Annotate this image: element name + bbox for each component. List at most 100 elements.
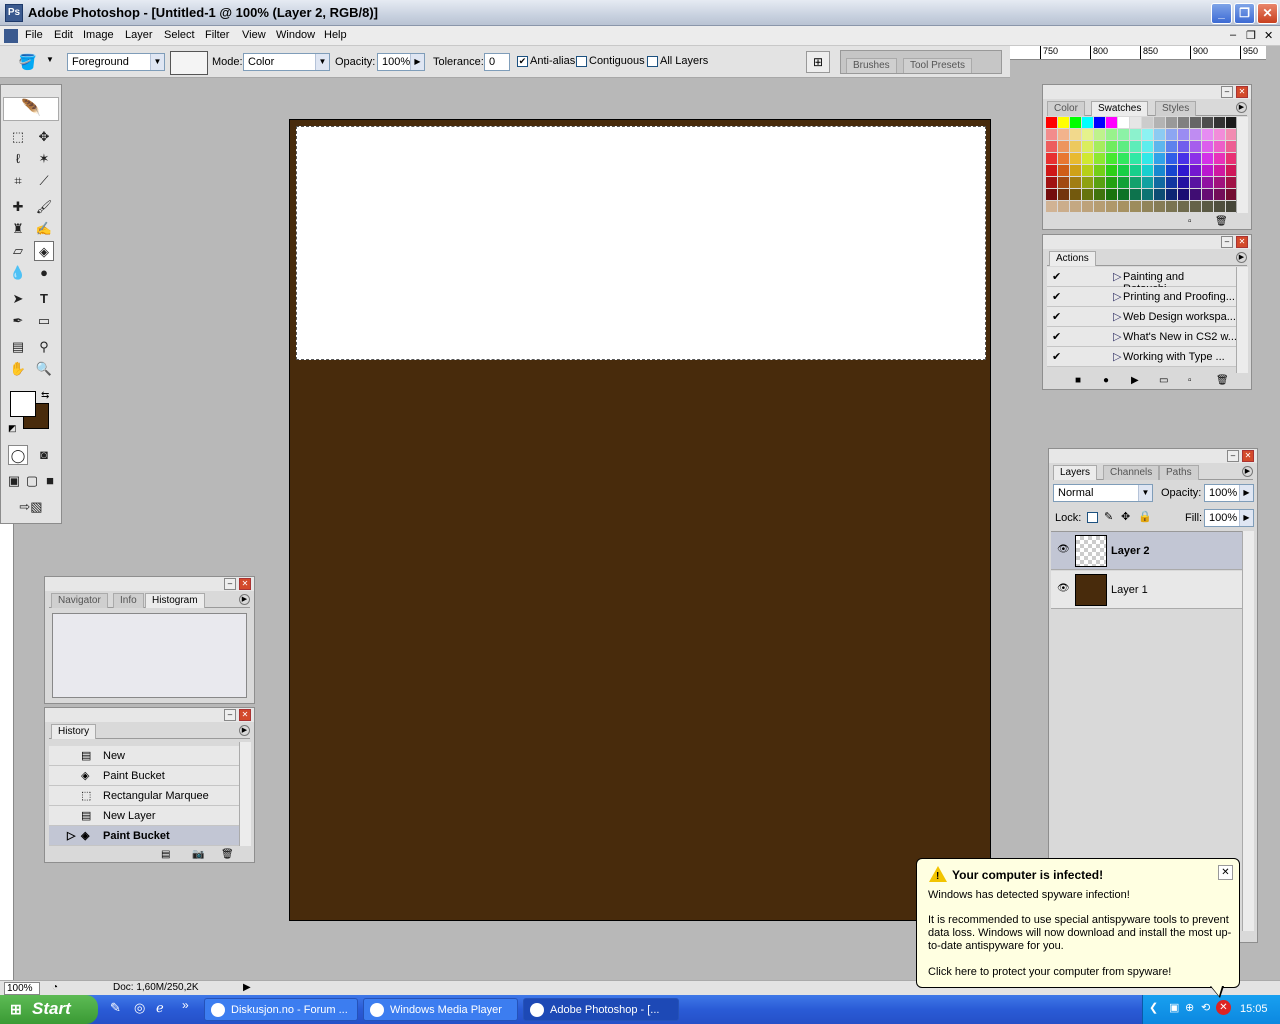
opacity-field[interactable]: 100% ▶ xyxy=(377,53,425,71)
swatch[interactable] xyxy=(1202,165,1213,176)
dodge-tool-icon[interactable]: ● xyxy=(34,263,54,283)
swatch[interactable] xyxy=(1166,129,1177,140)
list-item[interactable]: ⬚ Rectangular Marquee xyxy=(49,786,239,806)
marquee-selection[interactable] xyxy=(296,126,986,360)
swatch[interactable] xyxy=(1190,141,1201,152)
swatch[interactable] xyxy=(1214,129,1225,140)
blend-mode-select[interactable]: Normal ▼ xyxy=(1053,484,1153,502)
quick-mask-icon[interactable]: ◙ xyxy=(34,445,54,465)
swatch[interactable] xyxy=(1142,141,1153,152)
swatch[interactable] xyxy=(1214,141,1225,152)
play-icon[interactable]: ▶ xyxy=(1131,375,1139,386)
swatch[interactable] xyxy=(1070,129,1081,140)
security-alert-icon[interactable]: ✕ xyxy=(1216,1000,1231,1015)
foreground-color-swatch[interactable] xyxy=(10,391,36,417)
swatch[interactable] xyxy=(1082,129,1093,140)
contiguous-checkbox[interactable] xyxy=(576,56,587,67)
swatch[interactable] xyxy=(1214,189,1225,200)
menu-file[interactable]: File xyxy=(25,29,43,41)
tab-history[interactable]: History xyxy=(51,724,97,739)
snapshot-icon[interactable]: 📷 xyxy=(192,849,204,860)
swatch[interactable] xyxy=(1142,129,1153,140)
swatch[interactable] xyxy=(1046,117,1057,128)
close-icon[interactable]: ✕ xyxy=(1218,865,1233,880)
swatch[interactable] xyxy=(1166,189,1177,200)
panel-menu-icon[interactable]: ▶ xyxy=(239,594,250,605)
swatch[interactable] xyxy=(1190,153,1201,164)
pattern-picker[interactable] xyxy=(170,51,208,75)
tool-presets-tab[interactable]: Tool Presets xyxy=(903,58,973,73)
standard-screen-mode-icon[interactable]: ▣ xyxy=(5,471,23,491)
swatch[interactable] xyxy=(1070,141,1081,152)
feather-logo-icon[interactable]: 🪶 xyxy=(3,97,59,121)
swatch[interactable] xyxy=(1142,177,1153,188)
doc-close-button[interactable]: ✕ xyxy=(1264,29,1273,42)
trash-icon[interactable]: 🗑 xyxy=(1216,375,1229,386)
swatch[interactable] xyxy=(1070,201,1081,212)
swatch[interactable] xyxy=(1046,141,1057,152)
swatch[interactable] xyxy=(1106,201,1117,212)
tab-navigator[interactable]: Navigator xyxy=(51,593,108,608)
notes-tool-icon[interactable]: ▤ xyxy=(8,337,28,357)
swatch[interactable] xyxy=(1142,117,1153,128)
fill-field[interactable]: 100% ▶ xyxy=(1204,509,1254,527)
panel-menu-icon[interactable]: ▶ xyxy=(1236,252,1247,263)
swatch[interactable] xyxy=(1082,165,1093,176)
swatch[interactable] xyxy=(1190,177,1201,188)
close-icon[interactable]: ✕ xyxy=(239,578,251,590)
tray-app-icon[interactable]: ▣ xyxy=(1169,1001,1179,1014)
tab-histogram[interactable]: Histogram xyxy=(145,593,205,608)
swatch[interactable] xyxy=(1142,189,1153,200)
swatch[interactable] xyxy=(1082,201,1093,212)
document-icon[interactable] xyxy=(4,29,18,43)
history-brush-tool-icon[interactable]: ✍ xyxy=(34,219,54,239)
paint-bucket-tool-icon[interactable]: ◈ xyxy=(34,241,54,261)
swatch[interactable] xyxy=(1094,201,1105,212)
record-icon[interactable]: ● xyxy=(1103,375,1109,386)
task-diskusjon[interactable]: Diskusjon.no - Forum ... xyxy=(204,998,358,1021)
move-tool-icon[interactable]: ✥ xyxy=(34,127,54,147)
shape-tool-icon[interactable]: ▭ xyxy=(34,311,54,331)
default-colors-icon[interactable]: ◩ xyxy=(8,423,17,434)
layer-opacity-field[interactable]: 100% ▶ xyxy=(1204,484,1254,502)
balloon-link[interactable]: Click here to protect your computer from… xyxy=(928,966,1233,979)
task-windows-media-player[interactable]: Windows Media Player xyxy=(363,998,518,1021)
swatch[interactable] xyxy=(1070,165,1081,176)
swatch[interactable] xyxy=(1046,165,1057,176)
list-item[interactable]: ✔ ▷ What's New in CS2 w... xyxy=(1047,327,1237,347)
swatch[interactable] xyxy=(1082,153,1093,164)
opera-icon[interactable]: ◎ xyxy=(134,1000,145,1016)
list-item[interactable]: ✔▷Painting and Retouchi... xyxy=(1047,267,1237,295)
swatch[interactable] xyxy=(1058,129,1069,140)
swatch[interactable] xyxy=(1142,201,1153,212)
swatch[interactable] xyxy=(1178,129,1189,140)
history-scrollbar[interactable] xyxy=(239,742,251,846)
swatch[interactable] xyxy=(1130,177,1141,188)
list-item[interactable]: ✔ ▷ Working with Type ... xyxy=(1047,347,1237,367)
swatch[interactable] xyxy=(1082,189,1093,200)
swatch[interactable] xyxy=(1118,153,1129,164)
swatch[interactable] xyxy=(1046,189,1057,200)
swatch[interactable] xyxy=(1094,153,1105,164)
network-icon[interactable]: ⊕ xyxy=(1185,1001,1194,1014)
layers-scrollbar[interactable] xyxy=(1242,531,1254,931)
magic-wand-tool-icon[interactable]: ✶ xyxy=(34,149,54,169)
swatch[interactable] xyxy=(1190,201,1201,212)
swatch[interactable] xyxy=(1154,141,1165,152)
tab-actions[interactable]: Actions xyxy=(1049,251,1096,266)
swatch[interactable] xyxy=(1070,177,1081,188)
new-action-icon[interactable]: ▫ xyxy=(1188,375,1192,386)
close-icon[interactable]: ✕ xyxy=(1236,86,1248,98)
swatch[interactable] xyxy=(1178,177,1189,188)
list-item[interactable]: ✔ ▷ Web Design workspa... xyxy=(1047,307,1237,327)
swatch[interactable] xyxy=(1214,165,1225,176)
swatch[interactable] xyxy=(1118,129,1129,140)
swatch[interactable] xyxy=(1142,153,1153,164)
close-button[interactable]: ✕ xyxy=(1257,3,1278,24)
swatch[interactable] xyxy=(1082,117,1093,128)
swatch[interactable] xyxy=(1130,117,1141,128)
swatch[interactable] xyxy=(1214,117,1225,128)
tab-paths[interactable]: Paths xyxy=(1159,465,1199,480)
tab-channels[interactable]: Channels xyxy=(1103,465,1160,480)
swatch[interactable] xyxy=(1130,153,1141,164)
